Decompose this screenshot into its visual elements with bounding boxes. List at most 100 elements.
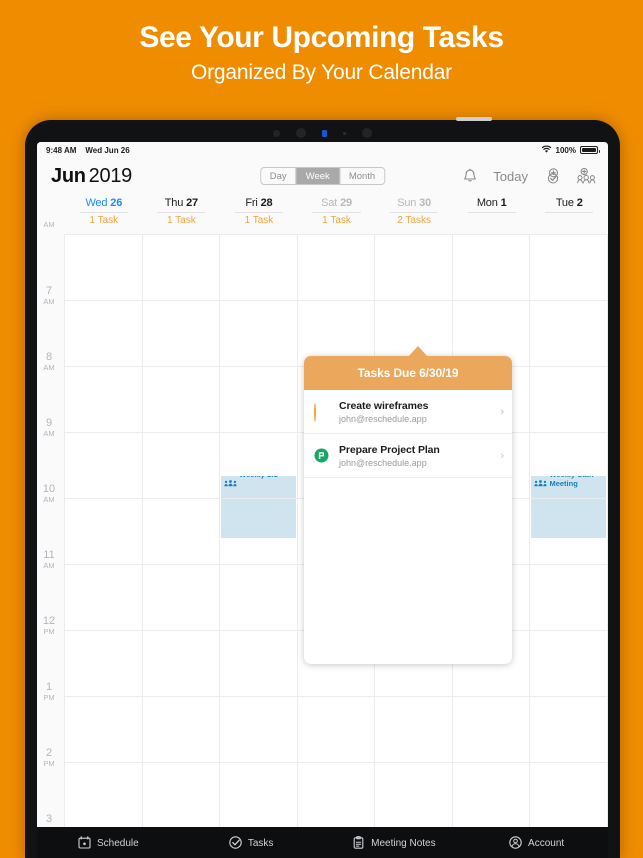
title-year: 2019 (88, 164, 133, 187)
flag-circle-icon[interactable] (314, 448, 329, 463)
hour-gridline (65, 696, 608, 697)
tab-meeting-notes[interactable]: Meeting Notes (323, 835, 466, 852)
day-header-sun-30[interactable]: Sun 30 2 Tasks (375, 194, 453, 234)
time-axis: AM7AM8AM9AM10AM11AM12PM1PM2PM3PM (37, 221, 65, 848)
day-header-tue-2[interactable]: Tue 2 (530, 194, 608, 234)
time-period: PM (43, 627, 55, 636)
day-header-sat-29[interactable]: Sat 29 1 Task (298, 194, 376, 234)
task-row[interactable]: Prepare Project Plan john@reschedule.app › (304, 434, 512, 478)
day-header-label: Thu 27 (164, 197, 198, 209)
sensor-dot (343, 131, 346, 135)
tab-label: Meeting Notes (371, 838, 436, 849)
time-hour: 11 (43, 549, 55, 561)
task-text: Create wireframes john@reschedule.app (339, 400, 500, 424)
view-mode-segmented-control[interactable]: Day Week Month (259, 167, 386, 185)
task-title: Prepare Project Plan (339, 443, 440, 456)
battery-full-icon (580, 146, 600, 154)
day-header-fri-28[interactable]: Fri 28 1 Task (220, 194, 298, 234)
tab-account[interactable]: Account (465, 835, 608, 852)
task-subtitle: john@reschedule.app (339, 457, 427, 468)
calendar-column-3[interactable]: Weekly 1:1 (220, 234, 298, 848)
bell-icon[interactable] (463, 168, 477, 184)
calendar-column-1[interactable] (65, 234, 143, 848)
calendar-icon (78, 835, 91, 852)
day-header-label: Wed 26 (85, 197, 123, 209)
day-header-divider (390, 212, 439, 213)
circle-outline-icon[interactable] (314, 403, 329, 422)
task-subtitle: john@reschedule.app (339, 413, 427, 424)
check-circle-icon (229, 835, 242, 852)
time-label-2-pm: 2 PM (38, 748, 60, 768)
time-period: AM (43, 495, 55, 504)
day-task-count[interactable]: 1 Task (245, 215, 274, 226)
time-hour: 1 (45, 681, 53, 693)
hour-gridline (65, 762, 608, 763)
time-period: AM (43, 220, 55, 229)
promo-subtitle: Organized By Your Calendar (191, 61, 452, 84)
device-sensor-array (25, 128, 620, 138)
chevron-right-icon[interactable]: › (500, 450, 504, 462)
calendar-event[interactable]: Weekly Staff Meeting (531, 476, 607, 538)
day-header-label: Fri 28 (245, 197, 273, 209)
time-hour: 8 (45, 351, 53, 363)
time-hour: 3 (45, 813, 53, 825)
status-time: 9:48 AM (46, 145, 77, 155)
day-header-thu-27[interactable]: Thu 27 1 Task (143, 194, 221, 234)
day-header-divider (157, 212, 206, 213)
time-label-12-pm: 12 PM (38, 616, 60, 636)
navbar-actions: Today (463, 167, 596, 185)
time-period: AM (43, 561, 55, 570)
time-hour: 2 (45, 747, 53, 759)
day-header-label: Sun 30 (397, 197, 432, 209)
hour-gridline (65, 234, 608, 235)
sensor-dot (296, 128, 306, 138)
add-people-icon[interactable] (577, 167, 596, 185)
task-row[interactable]: Create wireframes john@reschedule.app › (304, 390, 512, 434)
day-header-mon-1[interactable]: Mon 1 (453, 194, 531, 234)
add-task-icon[interactable] (544, 167, 561, 185)
segment-week[interactable]: Week (296, 168, 340, 184)
hour-gridline (65, 300, 608, 301)
segment-day[interactable]: Day (261, 168, 297, 184)
time-hour: 7 (45, 285, 53, 297)
day-task-count[interactable]: 1 Task (322, 215, 351, 226)
calendar-column-7[interactable]: Weekly Staff Meeting (530, 234, 608, 848)
day-header-divider (79, 212, 128, 213)
time-hour: 10 (42, 483, 56, 495)
chevron-right-icon[interactable]: › (500, 406, 504, 418)
day-header-wed-26[interactable]: Wed 26 1 Task (65, 194, 143, 234)
title-month: Jun (51, 164, 86, 187)
time-label-am-am: AM (38, 220, 60, 229)
task-text: Prepare Project Plan john@reschedule.app (339, 444, 500, 468)
calendar-event[interactable]: Weekly 1:1 (221, 476, 296, 538)
people-icon (534, 480, 548, 487)
time-hour: 9 (45, 417, 53, 429)
day-header-label: Tue 2 (555, 197, 583, 209)
day-task-count[interactable]: 1 Task (167, 215, 196, 226)
tab-label: Schedule (97, 838, 139, 849)
status-bar: 9:48 AM Wed Jun 26 100% (37, 142, 608, 158)
day-task-count[interactable]: 1 Task (89, 215, 118, 226)
bottom-tab-bar[interactable]: Schedule Tasks Meeting Notes Account (37, 827, 608, 858)
popover-title: Tasks Due 6/30/19 (304, 356, 512, 390)
day-header-row: Wed 26 1 Task Thu 27 1 Task Fri 28 1 Task Sat 29 1 … (37, 194, 608, 234)
wifi-icon (541, 145, 552, 156)
day-task-count[interactable]: 2 Tasks (397, 215, 431, 226)
day-header-divider (467, 212, 516, 213)
time-period: PM (43, 759, 55, 768)
page-title: Jun 2019 (51, 165, 132, 188)
sensor-dot (362, 128, 372, 138)
calendar-column-2[interactable] (143, 234, 221, 848)
today-button[interactable]: Today (493, 169, 528, 184)
time-label-7-am: 7 AM (38, 286, 60, 306)
time-period: PM (43, 693, 55, 702)
time-hour: 12 (42, 615, 56, 627)
tab-schedule[interactable]: Schedule (37, 835, 180, 852)
promo-title: See Your Upcoming Tasks (139, 21, 504, 54)
power-button[interactable] (456, 117, 492, 121)
time-label-11-am: 11 AM (38, 550, 60, 570)
tab-tasks[interactable]: Tasks (180, 835, 323, 852)
day-header-divider (234, 212, 283, 213)
person-circle-icon (509, 835, 522, 852)
segment-month[interactable]: Month (340, 168, 384, 184)
